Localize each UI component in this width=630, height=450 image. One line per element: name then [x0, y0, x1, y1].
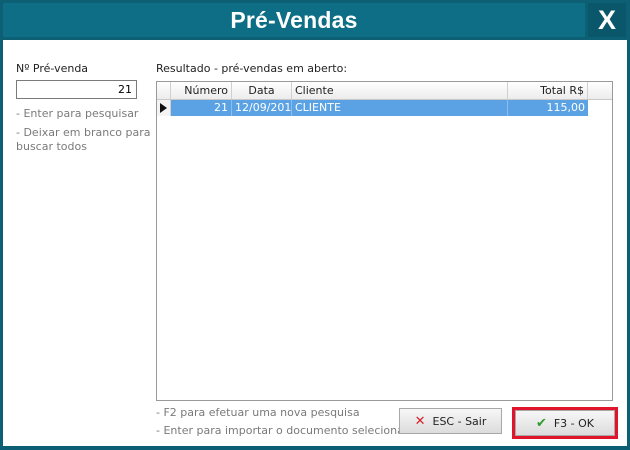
column-header-cliente[interactable]: Cliente — [292, 82, 508, 99]
cell-total[interactable]: 115,00 — [508, 100, 588, 116]
close-button[interactable]: X — [588, 3, 626, 37]
pre-vendas-window: Pré-Vendas X Nº Pré-venda - Enter para p… — [0, 0, 630, 450]
row-pointer-icon — [160, 103, 167, 113]
table-row[interactable]: 21 12/09/2016 CLIENTE 115,00 — [157, 100, 612, 116]
esc-exit-label: ESC - Sair — [432, 414, 487, 428]
cell-data[interactable]: 12/09/2016 — [232, 100, 292, 116]
hint-enter-search: - Enter para pesquisar — [16, 107, 139, 120]
row-indicator — [157, 100, 171, 116]
header-indicator — [157, 82, 171, 99]
hint-f2-new-search: - F2 para efetuar uma nova pesquisa — [156, 406, 360, 419]
grid-header: Número Data Cliente Total R$ — [157, 82, 612, 100]
hint-leave-blank: - Deixar em branco para — [16, 126, 151, 139]
checkmark-icon: ✔ — [535, 415, 547, 431]
hint-search-all: buscar todos — [16, 140, 87, 153]
dialog-body: Nº Pré-venda - Enter para pesquisar - De… — [3, 40, 627, 446]
title-bar: Pré-Vendas — [3, 3, 585, 37]
pre-venda-number-input[interactable] — [16, 80, 137, 99]
window-title: Pré-Vendas — [230, 6, 358, 33]
cell-cliente[interactable]: CLIENTE — [292, 100, 508, 116]
column-header-numero[interactable]: Número — [171, 82, 232, 99]
hint-enter-import: - Enter para importar o documento seleci… — [156, 424, 418, 437]
f3-ok-label: F3 - OK — [553, 416, 595, 430]
pre-venda-number-label: Nº Pré-venda — [16, 62, 89, 75]
cell-numero[interactable]: 21 — [171, 100, 232, 116]
column-header-total[interactable]: Total R$ — [508, 82, 588, 99]
esc-exit-button[interactable]: ✕ ESC - Sair — [399, 408, 502, 434]
column-header-data[interactable]: Data — [232, 82, 292, 99]
f3-ok-button[interactable]: ✔ F3 - OK — [515, 410, 615, 436]
results-grid[interactable]: Número Data Cliente Total R$ 21 12/09/20… — [156, 81, 613, 401]
close-icon: X — [597, 4, 616, 35]
close-x-icon: ✕ — [414, 413, 426, 429]
results-label: Resultado - pré-vendas em aberto: — [156, 62, 348, 75]
